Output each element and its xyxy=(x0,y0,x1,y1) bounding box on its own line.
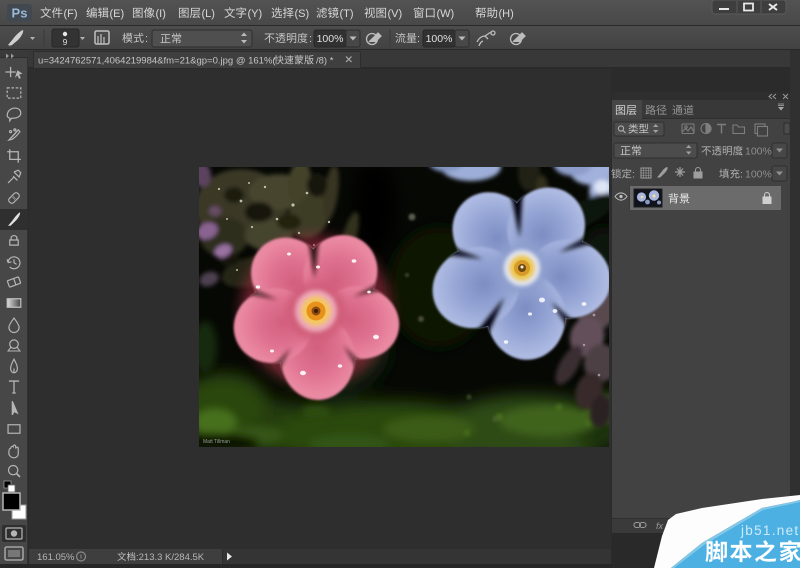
svg-text:(T): (T) xyxy=(340,8,354,20)
svg-text::: : xyxy=(417,33,420,45)
svg-text:jb51.net: jb51.net xyxy=(740,523,799,538)
svg-text:(Y): (Y) xyxy=(248,8,263,20)
svg-text:Matt Tillman: Matt Tillman xyxy=(203,439,230,445)
svg-text:(V): (V) xyxy=(388,8,403,20)
svg-text:(H): (H) xyxy=(499,8,514,20)
svg-text:(E): (E) xyxy=(110,8,125,20)
svg-text::: : xyxy=(145,33,148,45)
svg-text:u=3424762571,4064219984&fm=21&: u=3424762571,4064219984&fm=21&gp=0.jpg @… xyxy=(38,56,276,67)
svg-text:(L): (L) xyxy=(202,8,215,20)
svg-text:100%: 100% xyxy=(426,33,453,45)
svg-text:(W): (W) xyxy=(437,8,455,20)
svg-text:/8) *: /8) * xyxy=(316,56,334,67)
svg-text:9: 9 xyxy=(63,37,68,47)
svg-text:161.05%: 161.05% xyxy=(37,552,75,563)
svg-text:(I): (I) xyxy=(156,8,166,20)
svg-text::213.3 K/284.5K: :213.3 K/284.5K xyxy=(136,552,205,563)
svg-text:(F): (F) xyxy=(64,8,78,20)
svg-text:(S): (S) xyxy=(295,8,310,20)
svg-text::: : xyxy=(309,33,312,45)
svg-text:Ps: Ps xyxy=(12,6,28,21)
svg-text:100%: 100% xyxy=(317,33,344,45)
